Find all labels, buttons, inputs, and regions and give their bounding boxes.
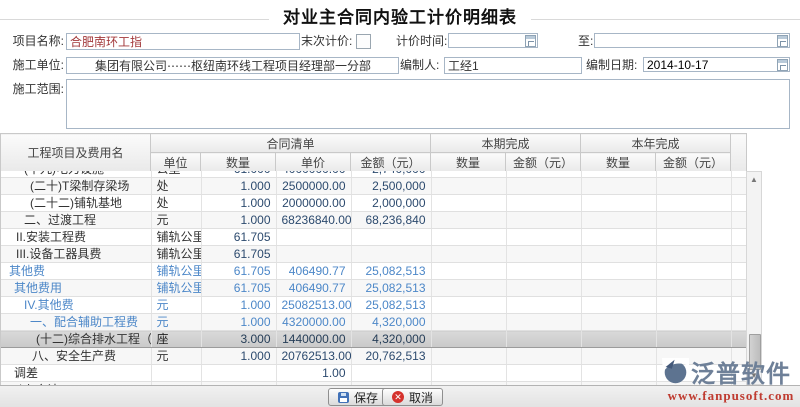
table-body: (十九)电力设施 公里 61.000 4000000.00 2,740,000 … bbox=[1, 171, 748, 385]
pricing-time-label: 计价时间: bbox=[396, 33, 447, 50]
vertical-scrollbar[interactable]: ▲ ▼ bbox=[746, 171, 762, 385]
calendar-icon[interactable] bbox=[777, 35, 788, 47]
header-contract-list: 合同清单 bbox=[151, 134, 431, 153]
header-year-done: 本年完成 bbox=[581, 134, 731, 153]
table-row[interactable]: 其他费用 铺轨公里 61.705 406490.77 25,082,513 bbox=[1, 280, 747, 297]
table-row[interactable]: 八、安全生产费 元 1.000 20762513.00 20,762,513 bbox=[1, 348, 747, 365]
table-header: 工程项目及费用名 合同清单 本期完成 本年完成 单位 数量 单价 金额（元） 数… bbox=[0, 133, 747, 172]
compile-date-label: 编制日期: bbox=[586, 57, 637, 74]
table-row[interactable]: II.安装工程费 铺轨公里 61.705 bbox=[1, 229, 747, 246]
project-name-input[interactable] bbox=[66, 33, 300, 50]
pricing-detail-window: 对业主合同内验工计价明细表 项目名称: 末次计价: 计价时间: 至: 施工单位:… bbox=[0, 0, 800, 407]
page-title: 对业主合同内验工计价明细表 bbox=[0, 3, 800, 28]
pricing-time-field bbox=[448, 33, 538, 48]
compiler-label: 编制人: bbox=[400, 57, 439, 74]
cancel-x-icon bbox=[392, 391, 404, 403]
header-price: 单价 bbox=[276, 153, 351, 172]
scroll-down-icon[interactable]: ▼ bbox=[748, 370, 760, 382]
pricing-time-to-field bbox=[594, 33, 790, 48]
table-row[interactable]: IV.其他费 元 1.000 25082513.00 25,082,513 bbox=[1, 297, 747, 314]
table-row[interactable]: (十二)综合排水工程（含给... 座 3.000 1440000.00 4,32… bbox=[1, 331, 747, 348]
cancel-button[interactable]: 取消 bbox=[382, 388, 443, 406]
header-period-done: 本期完成 bbox=[431, 134, 581, 153]
header-qty: 数量 bbox=[431, 153, 506, 172]
header-amount: 金额（元） bbox=[506, 153, 581, 172]
scope-label: 施工范围: bbox=[8, 81, 64, 98]
save-button[interactable]: 保存 bbox=[328, 388, 388, 406]
scope-textarea[interactable] bbox=[66, 79, 790, 129]
construction-unit-label: 施工单位: bbox=[8, 57, 64, 74]
header-item-name: 工程项目及费用名 bbox=[1, 134, 151, 172]
table-row[interactable]: 二、过渡工程 元 1.000 68236840.00 68,236,840 bbox=[1, 212, 747, 229]
table-row[interactable]: (二十)T梁制存梁场 处 1.000 2500000.00 2,500,000 bbox=[1, 178, 747, 195]
table-row[interactable]: 其他费 铺轨公里 61.705 406490.77 25,082,513 bbox=[1, 263, 747, 280]
pricing-time-to-input[interactable] bbox=[594, 33, 790, 48]
compile-date-field bbox=[643, 57, 790, 72]
table-row[interactable]: (二十二)铺轨基地 处 1.000 2000000.00 2,000,000 bbox=[1, 195, 747, 212]
save-floppy-icon bbox=[338, 392, 349, 403]
project-name-label: 项目名称: bbox=[8, 33, 64, 50]
header-qty: 数量 bbox=[581, 153, 656, 172]
header-qty: 数量 bbox=[201, 153, 276, 172]
table-row[interactable]: 一、配合辅助工程费 元 1.000 4320000.00 4,320,000 bbox=[1, 314, 747, 331]
header-unit: 单位 bbox=[151, 153, 201, 172]
compile-date-input[interactable] bbox=[643, 57, 790, 72]
last-pricing-checkbox[interactable] bbox=[356, 34, 371, 49]
header-amount: 金额（元） bbox=[351, 153, 431, 172]
save-button-label: 保存 bbox=[354, 389, 378, 406]
scrollbar-thumb[interactable] bbox=[749, 334, 761, 370]
header-amount: 金额（元） bbox=[656, 153, 731, 172]
construction-unit-input[interactable] bbox=[66, 57, 399, 74]
last-pricing-label: 末次计价: bbox=[301, 33, 352, 50]
header-filler bbox=[731, 134, 747, 172]
table-row[interactable]: 调差 1.00 bbox=[1, 365, 747, 382]
calendar-icon[interactable] bbox=[777, 59, 788, 71]
to-label: 至: bbox=[578, 33, 593, 50]
compiler-input[interactable] bbox=[444, 57, 582, 74]
scroll-up-icon[interactable]: ▲ bbox=[748, 174, 760, 186]
table-row[interactable]: III.设备工器具费 铺轨公里 61.705 bbox=[1, 246, 747, 263]
cancel-button-label: 取消 bbox=[409, 389, 433, 406]
table-body-viewport: (十九)电力设施 公里 61.000 4000000.00 2,740,000 … bbox=[0, 171, 748, 385]
bottom-toolbar: 保存 取消 bbox=[0, 385, 800, 407]
calendar-icon[interactable] bbox=[525, 35, 536, 47]
